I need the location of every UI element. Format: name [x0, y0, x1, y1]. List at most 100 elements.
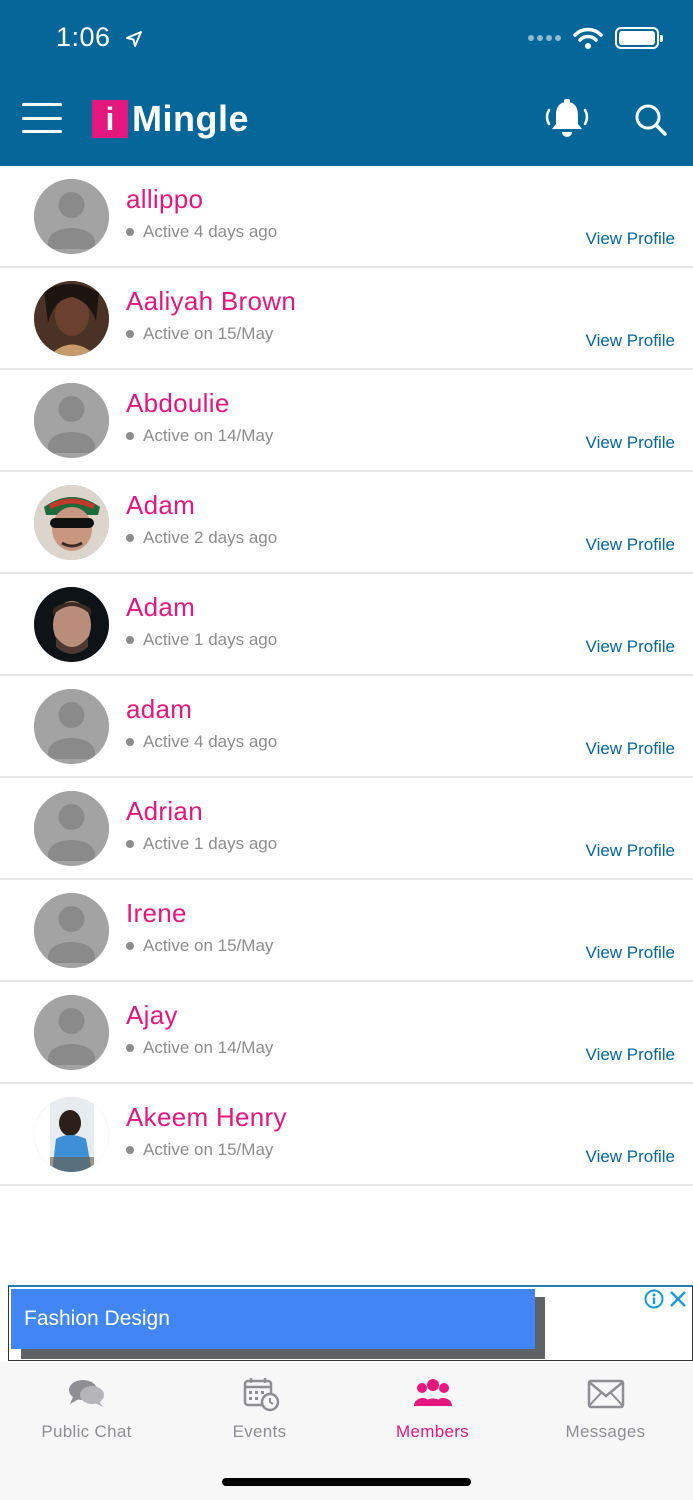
member-row[interactable]: Aaliyah Brown Active on 15/May View Profil… [0, 268, 693, 370]
logo-text: Mingle [132, 98, 249, 139]
status-dot-icon [126, 942, 134, 950]
member-status-text: Active on 15/May [143, 936, 274, 955]
member-status: Active on 14/May [126, 1038, 273, 1058]
member-status-text: Active on 15/May [143, 324, 274, 343]
avatar[interactable] [34, 791, 109, 866]
location-arrow-icon [125, 30, 142, 47]
member-status: Active 1 days ago [126, 630, 277, 650]
member-status: Active 1 days ago [126, 834, 277, 854]
member-row[interactable]: Ajay Active on 14/May View Profile [0, 982, 693, 1084]
member-status-text: Active 1 days ago [143, 630, 278, 649]
status-dot-icon [126, 432, 134, 440]
wifi-icon [573, 27, 603, 49]
member-name[interactable]: Adam [126, 490, 195, 521]
member-status-text: Active 2 days ago [143, 528, 278, 547]
tab-events[interactable]: Events [173, 1376, 346, 1442]
logo-letter: i [92, 100, 128, 138]
member-row[interactable]: Akeem Henry Active on 15/May View Profile [0, 1084, 693, 1186]
tab-messages[interactable]: Messages [519, 1376, 692, 1442]
tab-label: Public Chat [41, 1422, 132, 1441]
member-status-text: Active on 15/May [143, 1140, 274, 1159]
tab-members[interactable]: Members [346, 1376, 519, 1442]
group-icon [413, 1379, 452, 1406]
status-dot-icon [126, 1146, 134, 1154]
member-name[interactable]: Irene [126, 898, 187, 929]
home-indicator[interactable] [222, 1478, 471, 1486]
avatar[interactable] [34, 587, 109, 662]
member-name[interactable]: Adrian [126, 796, 203, 827]
member-status-text: Active on 14/May [143, 1038, 274, 1057]
close-icon[interactable] [668, 1289, 688, 1309]
view-profile-link[interactable]: View Profile [586, 943, 675, 963]
notification-bell-icon[interactable] [544, 98, 590, 142]
battery-icon [615, 27, 663, 49]
cellular-signal-icon [528, 35, 561, 41]
member-status: Active on 15/May [126, 1140, 273, 1160]
info-icon[interactable] [644, 1289, 664, 1309]
member-status-text: Active 4 days ago [143, 222, 278, 241]
status-dot-icon [126, 840, 134, 848]
member-name[interactable]: Adam [126, 592, 195, 623]
avatar[interactable] [34, 383, 109, 458]
tab-label: Members [396, 1422, 469, 1441]
ad-banner[interactable]: Fashion Design [8, 1285, 693, 1361]
status-dot-icon [126, 228, 134, 236]
view-profile-link[interactable]: View Profile [586, 229, 675, 249]
member-name[interactable]: Aaliyah Brown [126, 286, 296, 317]
member-row[interactable]: Adam Active 1 days ago View Profile [0, 574, 693, 676]
member-row[interactable]: allippo Active 4 days ago View Profile [0, 166, 693, 268]
tab-label: Events [232, 1422, 287, 1441]
avatar[interactable] [34, 995, 109, 1070]
view-profile-link[interactable]: View Profile [586, 841, 675, 861]
member-name[interactable]: Ajay [126, 1000, 178, 1031]
avatar[interactable] [34, 1097, 109, 1172]
view-profile-link[interactable]: View Profile [586, 739, 675, 759]
calendar-clock-icon [243, 1378, 279, 1412]
member-status: Active on 14/May [126, 426, 273, 446]
ad-cta-button[interactable]: Fashion Design [11, 1289, 535, 1349]
view-profile-link[interactable]: View Profile [586, 331, 675, 351]
avatar[interactable] [34, 689, 109, 764]
member-status: Active on 15/May [126, 936, 273, 956]
members-list: allippo Active 4 days ago View Profile Aali… [0, 166, 693, 1186]
status-indicators [528, 24, 663, 52]
status-time: 1:06 [56, 22, 143, 53]
tab-public-chat[interactable]: Public Chat [0, 1376, 173, 1442]
view-profile-link[interactable]: View Profile [586, 535, 675, 555]
status-dot-icon [126, 330, 134, 338]
menu-button[interactable] [22, 103, 62, 133]
member-status: Active 4 days ago [126, 732, 277, 752]
avatar[interactable] [34, 281, 109, 356]
member-row[interactable]: Adam Active 2 days ago View Profile [0, 472, 693, 574]
view-profile-link[interactable]: View Profile [586, 1045, 675, 1065]
app-logo: i Mingle [92, 98, 249, 139]
avatar[interactable] [34, 893, 109, 968]
member-name[interactable]: allippo [126, 184, 203, 215]
member-row[interactable]: Irene Active on 15/May View Profile [0, 880, 693, 982]
member-status-text: Active on 14/May [143, 426, 274, 445]
avatar[interactable] [34, 485, 109, 560]
view-profile-link[interactable]: View Profile [586, 637, 675, 657]
member-status: Active 2 days ago [126, 528, 277, 548]
search-icon[interactable] [634, 103, 668, 137]
member-name[interactable]: Abdoulie [126, 388, 230, 419]
member-status-text: Active 1 days ago [143, 834, 278, 853]
envelope-icon [587, 1379, 624, 1409]
status-time-text: 1:06 [56, 22, 111, 52]
member-status: Active 4 days ago [126, 222, 277, 242]
avatar[interactable] [34, 179, 109, 254]
member-row[interactable]: adam Active 4 days ago View Profile [0, 676, 693, 778]
view-profile-link[interactable]: View Profile [586, 433, 675, 453]
member-row[interactable]: Adrian Active 1 days ago View Profile [0, 778, 693, 880]
status-dot-icon [126, 1044, 134, 1052]
status-dot-icon [126, 738, 134, 746]
chat-bubbles-icon [68, 1380, 104, 1407]
tab-label: Messages [565, 1422, 646, 1441]
member-status-text: Active 4 days ago [143, 732, 278, 751]
member-name[interactable]: Akeem Henry [126, 1102, 287, 1133]
status-dot-icon [126, 534, 134, 542]
view-profile-link[interactable]: View Profile [586, 1147, 675, 1167]
member-name[interactable]: adam [126, 694, 192, 725]
status-dot-icon [126, 636, 134, 644]
member-row[interactable]: Abdoulie Active on 14/May View Profile [0, 370, 693, 472]
